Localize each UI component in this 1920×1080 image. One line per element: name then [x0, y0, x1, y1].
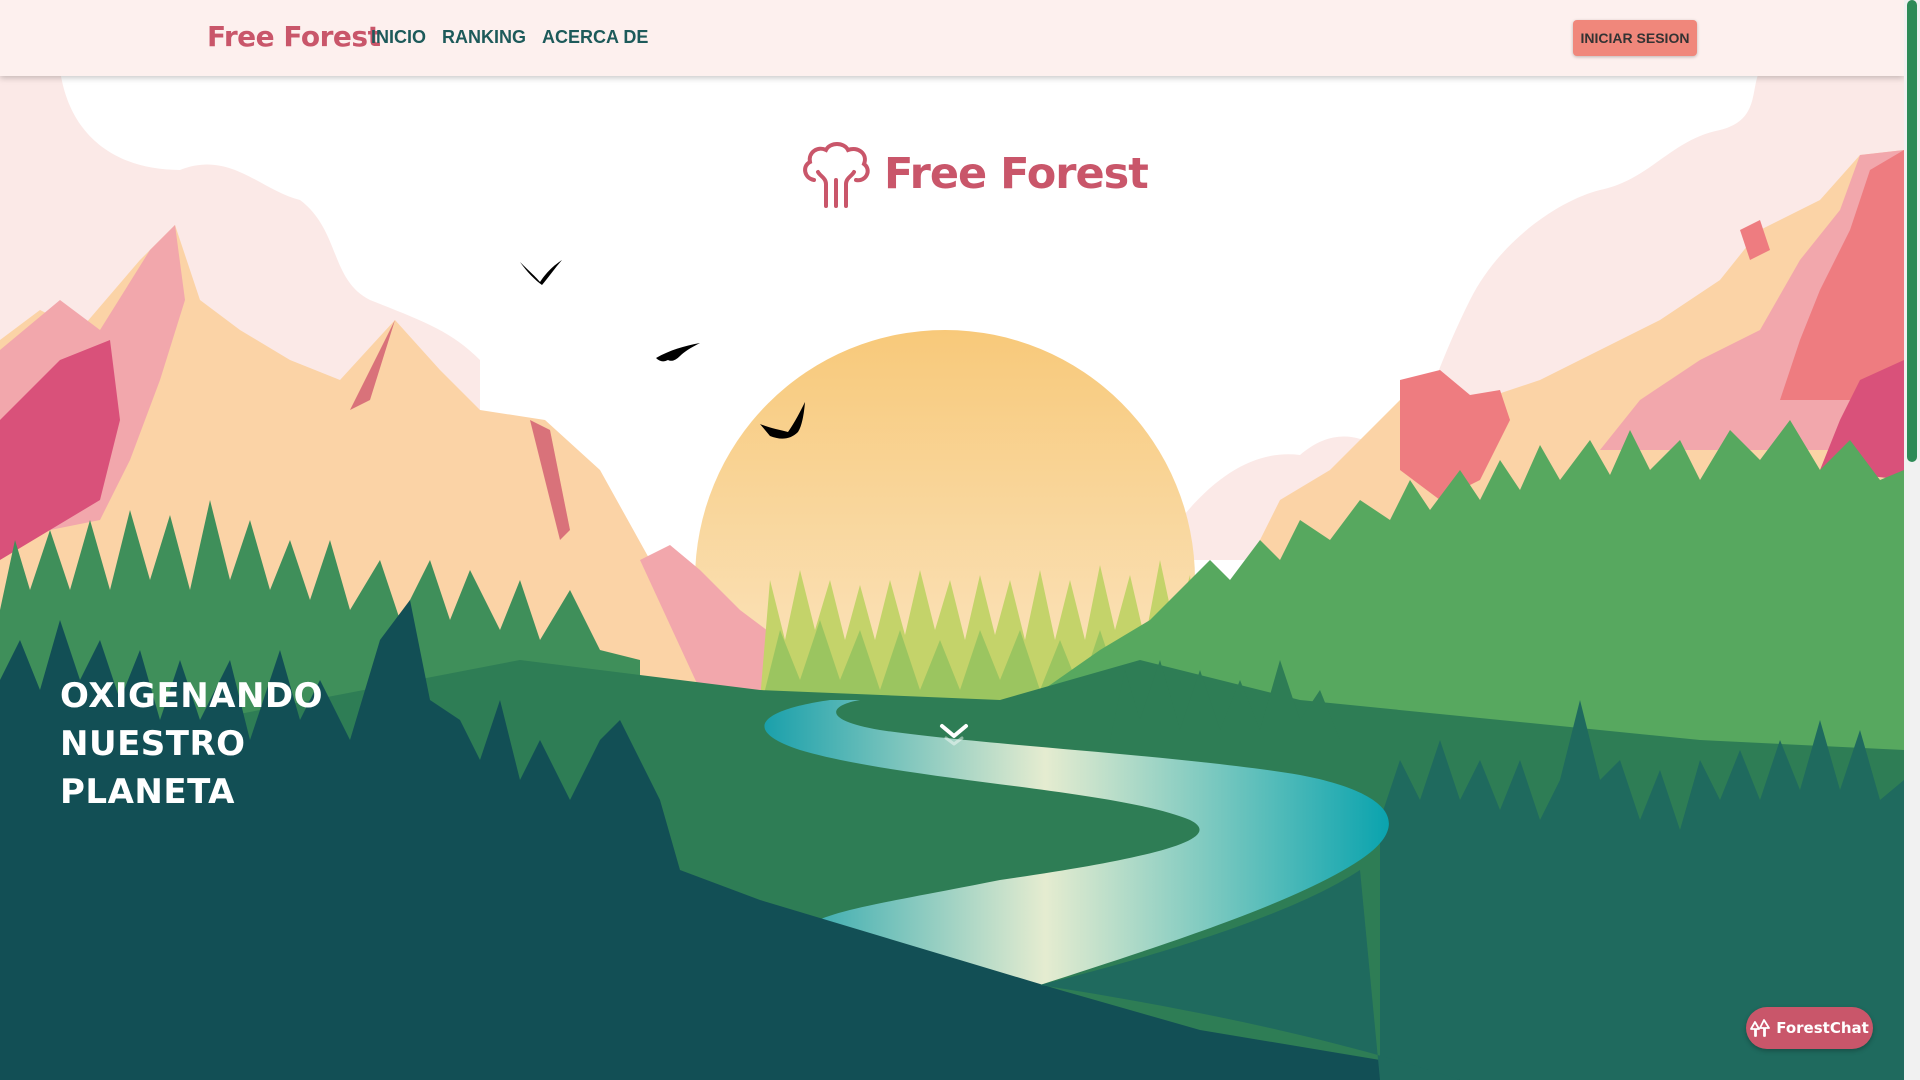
hero-title-line: OXIGENANDO [60, 676, 324, 716]
hero-logo: Free Forest [800, 140, 1149, 208]
tree-logo-icon [803, 142, 870, 208]
hero-title-line: NUESTRO [60, 724, 246, 764]
hero-title-line: PLANETA [60, 772, 235, 812]
chevron-down-icon [940, 724, 968, 746]
login-button[interactable]: INICIAR SESION [1573, 20, 1697, 56]
nav-link-inicio[interactable]: INICIO [371, 27, 426, 48]
hero-logo-text: Free Forest [884, 149, 1149, 199]
hero-title: OXIGENANDO NUESTRO PLANETA [60, 672, 323, 816]
forestchat-button[interactable]: ForestChat [1746, 1007, 1873, 1049]
page-scrollbar[interactable] [1904, 0, 1920, 1080]
scroll-down-button[interactable] [938, 718, 970, 746]
nav-link-ranking[interactable]: RANKING [442, 27, 526, 48]
nav-links: INICIO RANKING ACERCA DE [371, 27, 648, 48]
nav-link-acerca-de[interactable]: ACERCA DE [542, 27, 648, 48]
tree-icon [1750, 1019, 1771, 1037]
forestchat-label: ForestChat [1776, 1019, 1869, 1037]
scrollbar-thumb[interactable] [1907, 0, 1917, 462]
brand-logo-link[interactable]: Free Forest [207, 20, 381, 53]
top-navbar: Free Forest INICIO RANKING ACERCA DE INI… [0, 0, 1904, 76]
